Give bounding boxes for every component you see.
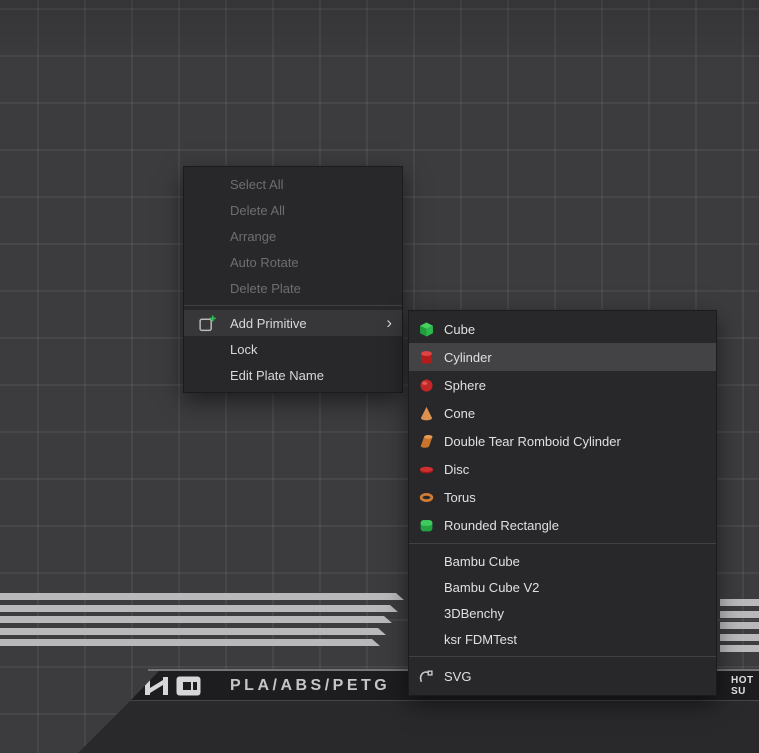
sphere-icon	[417, 378, 435, 393]
submenu-item-sphere[interactable]: Sphere	[409, 371, 716, 399]
submenu-item-label: SVG	[444, 669, 471, 684]
submenu-item-cone[interactable]: Cone	[409, 399, 716, 427]
menu-item-label: Lock	[230, 342, 257, 357]
menu-item-delete-plate: Delete Plate	[184, 275, 402, 301]
submenu-item-torus[interactable]: Torus	[409, 483, 716, 511]
submenu-chevron-icon: ›	[386, 314, 392, 333]
menu-separator	[409, 656, 716, 657]
rounded-rectangle-icon	[417, 518, 435, 533]
menu-item-label: Auto Rotate	[230, 255, 299, 270]
plate-stripe	[720, 611, 759, 618]
submenu-item-disc[interactable]: Disc	[409, 455, 716, 483]
submenu-item-label: Disc	[444, 462, 469, 477]
menu-item-delete-all: Delete All	[184, 197, 402, 223]
plate-stripe	[0, 616, 392, 623]
submenu-item-label: ksr FDMTest	[444, 632, 517, 647]
menu-item-add-primitive[interactable]: Add Primitive ›	[184, 310, 402, 336]
menu-item-label: Delete Plate	[230, 281, 301, 296]
submenu-item-label: Cylinder	[444, 350, 492, 365]
submenu-item-label: Rounded Rectangle	[444, 518, 559, 533]
menu-item-lock[interactable]: Lock	[184, 336, 402, 362]
plate-stripe	[0, 593, 404, 600]
plate-context-menu: Select All Delete All Arrange Auto Rotat…	[183, 166, 403, 393]
submenu-item-3dbenchy[interactable]: 3DBenchy	[409, 600, 716, 626]
submenu-item-cylinder[interactable]: Cylinder	[409, 343, 716, 371]
svg-import-icon	[417, 668, 435, 685]
menu-item-label: Arrange	[230, 229, 276, 244]
plate-corner-label-line1: HOT	[731, 675, 754, 686]
submenu-item-label: Bambu Cube V2	[444, 580, 539, 595]
cone-icon	[417, 406, 435, 421]
romboid-cylinder-icon	[417, 434, 435, 449]
disc-icon	[417, 462, 435, 477]
submenu-item-label: Cube	[444, 322, 475, 337]
submenu-item-ksr-fdmtest[interactable]: ksr FDMTest	[409, 626, 716, 652]
submenu-item-label: Torus	[444, 490, 476, 505]
plate-skirt	[78, 701, 759, 753]
menu-item-auto-rotate: Auto Rotate	[184, 249, 402, 275]
plate-stripe	[720, 599, 759, 606]
menu-separator	[409, 543, 716, 544]
submenu-item-label: Double Tear Romboid Cylinder	[444, 434, 621, 449]
submenu-item-label: Bambu Cube	[444, 554, 520, 569]
submenu-item-label: Sphere	[444, 378, 486, 393]
add-primitive-icon	[197, 314, 217, 333]
plate-stripe	[0, 628, 386, 635]
plate-stripe	[0, 605, 398, 612]
submenu-item-label: Cone	[444, 406, 475, 421]
cylinder-icon	[417, 350, 435, 365]
submenu-item-bambu-cube-v2[interactable]: Bambu Cube V2	[409, 574, 716, 600]
add-primitive-submenu: Cube Cylinder Sphere	[408, 310, 717, 696]
plate-corner-label-line2: SU	[731, 686, 754, 697]
menu-item-edit-plate-name[interactable]: Edit Plate Name	[184, 362, 402, 388]
cube-icon	[417, 322, 435, 337]
torus-icon	[417, 490, 435, 505]
submenu-item-cube[interactable]: Cube	[409, 315, 716, 343]
slicer-3d-viewport: PLA/ABS/PETG HOT SU Select All Delete Al…	[0, 0, 759, 753]
menu-item-label: Edit Plate Name	[230, 368, 324, 383]
submenu-item-bambu-cube[interactable]: Bambu Cube	[409, 548, 716, 574]
menu-item-label: Add Primitive	[230, 316, 307, 331]
submenu-item-label: 3DBenchy	[444, 606, 504, 621]
plate-logo-icon	[176, 676, 201, 696]
plate-stripe	[720, 622, 759, 629]
plate-material-label: PLA/ABS/PETG	[230, 677, 390, 695]
submenu-item-svg[interactable]: SVG	[409, 661, 716, 691]
menu-item-select-all: Select All	[184, 171, 402, 197]
plate-stripe	[720, 634, 759, 641]
plate-corner-label: HOT SU	[731, 675, 754, 697]
submenu-item-double-tear-romboid-cylinder[interactable]: Double Tear Romboid Cylinder	[409, 427, 716, 455]
submenu-item-rounded-rectangle[interactable]: Rounded Rectangle	[409, 511, 716, 539]
menu-separator	[184, 305, 402, 306]
menu-item-arrange: Arrange	[184, 223, 402, 249]
plate-stripe	[0, 639, 380, 646]
menu-item-label: Delete All	[230, 203, 285, 218]
plate-stripe	[720, 645, 759, 652]
menu-item-label: Select All	[230, 177, 283, 192]
